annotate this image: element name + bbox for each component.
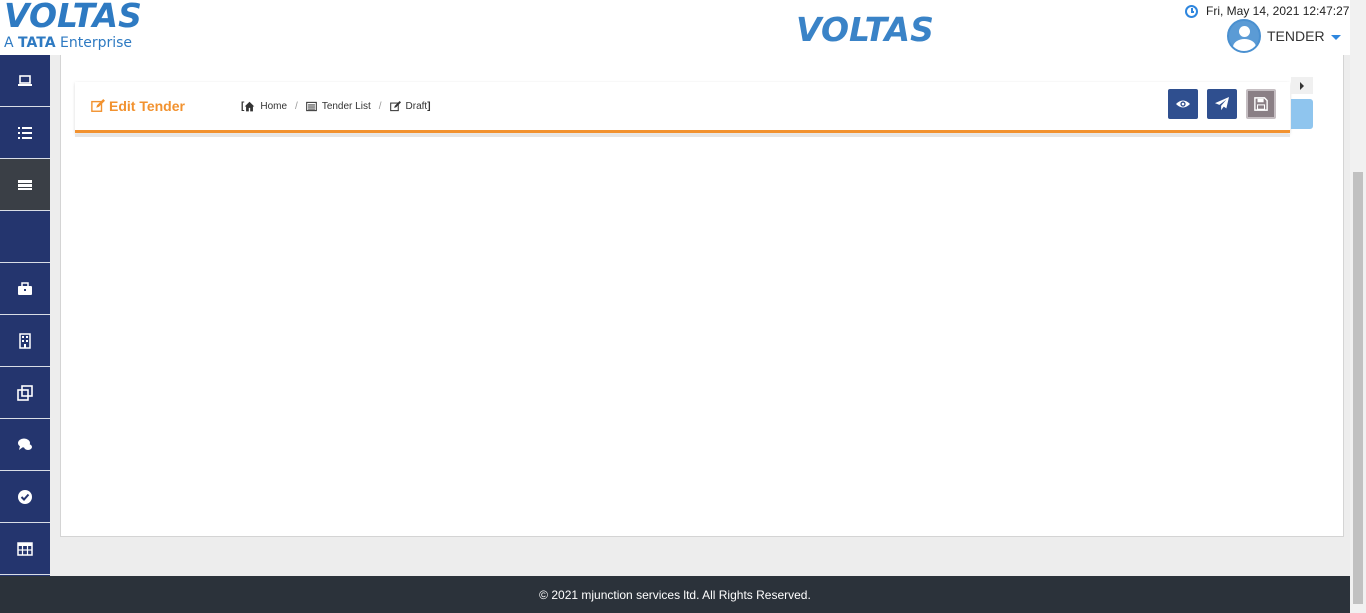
scrollbar[interactable]	[1350, 0, 1366, 613]
breadcrumb-tender-list[interactable]: Tender List	[305, 101, 371, 112]
save-icon	[1254, 97, 1268, 111]
voltas-center-logo: VOLTAS	[796, 10, 934, 49]
logo-sub-prefix: A	[4, 35, 14, 51]
check-circle-icon	[18, 489, 32, 504]
briefcase-icon	[18, 281, 32, 295]
eye-icon	[1176, 100, 1190, 108]
breadcrumb-tender-list-label: Tender List	[321, 101, 371, 112]
breadcrumb: [ Home / Tender List / Draft ]	[241, 101, 431, 112]
sidebar-item-empty	[0, 211, 50, 263]
home-icon	[245, 101, 255, 112]
sidebar-item-messages[interactable]	[0, 419, 50, 471]
logo-sub-suffix: Enterprise	[60, 35, 133, 51]
table-icon	[17, 541, 33, 556]
view-button[interactable]	[1168, 89, 1198, 119]
edit-icon	[91, 99, 105, 112]
user-name: TENDER	[1267, 28, 1325, 44]
send-button[interactable]	[1207, 89, 1237, 119]
sidebar	[0, 55, 50, 576]
voltas-tata-logo[interactable]: VOLTAS A TATA Enterprise	[4, 0, 154, 54]
paper-plane-icon	[1215, 97, 1229, 111]
breadcrumb-separator: /	[378, 101, 382, 112]
copyright-text: © 2021 mjunction services ltd. All Right…	[539, 587, 811, 602]
caret-right-icon	[1300, 81, 1304, 90]
breadcrumb-close-bracket: ]	[427, 101, 431, 112]
chevron-down-icon	[1330, 34, 1341, 40]
list-alt-icon	[305, 101, 317, 112]
edit-icon	[389, 101, 401, 112]
logo-sub-tata: TATA	[18, 35, 56, 51]
comments-icon	[18, 438, 32, 450]
collapse-toggle[interactable]	[1291, 77, 1313, 94]
save-button[interactable]	[1246, 89, 1276, 119]
clock-icon	[1185, 4, 1198, 18]
clone-icon	[17, 384, 33, 401]
breadcrumb-home[interactable]: Home	[244, 101, 287, 112]
sidebar-item-copy[interactable]	[0, 367, 50, 419]
footer: © 2021 mjunction services ltd. All Right…	[0, 576, 1350, 613]
breadcrumb-draft-label: Draft	[405, 101, 428, 112]
logo-sub-text: A TATA Enterprise	[4, 35, 154, 51]
page-title: Edit Tender	[91, 98, 185, 114]
sidebar-item-approvals[interactable]	[0, 471, 50, 523]
list-icon	[18, 126, 32, 139]
sidebar-item-list[interactable]	[0, 107, 50, 159]
sidebar-item-jobs[interactable]	[0, 263, 50, 315]
building-icon	[19, 332, 31, 349]
breadcrumb-draft: Draft	[389, 101, 428, 112]
top-header: VOLTAS A TATA Enterprise VOLTAS Fri, May…	[0, 0, 1350, 55]
page-header-panel: Edit Tender [ Home / Tender List / Draft…	[75, 82, 1290, 137]
laptop-icon	[18, 74, 32, 86]
page-title-text: Edit Tender	[109, 98, 185, 114]
server-icon	[18, 179, 32, 190]
datetime-text: Fri, May 14, 2021 12:47:27	[1206, 4, 1350, 18]
scrollbar-thumb[interactable]	[1353, 172, 1363, 604]
sidebar-item-company[interactable]	[0, 315, 50, 367]
side-tab[interactable]	[1291, 99, 1313, 129]
sidebar-item-dashboard[interactable]	[0, 55, 50, 107]
breadcrumb-home-label: Home	[260, 101, 288, 112]
action-buttons	[1168, 89, 1276, 119]
sidebar-item-reports[interactable]	[0, 523, 50, 575]
logo-brand-text: VOLTAS	[4, 0, 142, 35]
sidebar-item-tenders[interactable]	[0, 159, 50, 211]
avatar	[1227, 19, 1261, 53]
user-menu[interactable]: TENDER	[1227, 19, 1341, 53]
breadcrumb-separator: /	[295, 101, 298, 112]
datetime-display: Fri, May 14, 2021 12:47:27	[1185, 4, 1349, 18]
